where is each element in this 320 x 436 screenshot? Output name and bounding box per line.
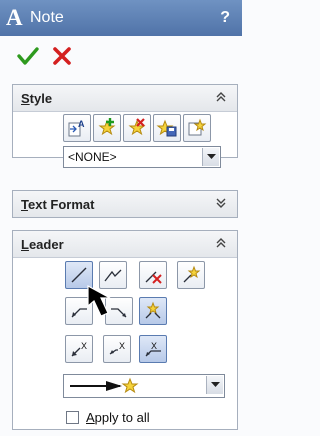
chevron-down-icon: [207, 154, 216, 159]
action-row: [0, 36, 242, 80]
mouse-pointer-icon: [87, 284, 111, 317]
leader-nearest-icon: [145, 301, 161, 319]
no-leader-button[interactable]: [139, 261, 167, 289]
svg-text:A: A: [78, 119, 85, 129]
svg-text:X: X: [119, 341, 125, 351]
delete-style-button[interactable]: [123, 114, 151, 142]
load-style-icon: [188, 118, 207, 136]
auto-leader-icon: [183, 265, 201, 283]
no-leader-icon: [145, 271, 162, 284]
note-app-icon: A: [6, 5, 23, 30]
apply-style-icon: A: [68, 119, 85, 137]
save-style-icon: [156, 119, 177, 137]
svg-text:X: X: [151, 341, 157, 351]
text-format-panel-header[interactable]: Text Format: [13, 191, 237, 217]
style-dropdown[interactable]: <NONE>: [63, 146, 221, 168]
save-style-button[interactable]: [153, 114, 181, 142]
apply-to-all-checkbox[interactable]: [66, 411, 79, 424]
help-button[interactable]: ?: [220, 8, 230, 28]
leader-to-edge-button[interactable]: X: [103, 335, 131, 363]
leader-nearest-button[interactable]: [139, 297, 167, 325]
leader-panel: Leader X X X: [12, 230, 238, 430]
leader-to-face-button[interactable]: X: [65, 335, 93, 363]
style-dropdown-value: <NONE>: [68, 150, 117, 164]
auto-leader-button[interactable]: [177, 261, 205, 289]
style-panel: Style A <NONE>: [12, 84, 238, 168]
leader-to-edge-icon: X: [109, 341, 125, 355]
load-style-button[interactable]: [183, 114, 211, 142]
ok-button[interactable]: [16, 44, 40, 68]
text-format-panel-title: Text Format: [21, 197, 95, 212]
style-panel-title: Style: [21, 91, 53, 106]
apply-to-all-label: Apply to all: [86, 410, 150, 425]
add-style-button[interactable]: [93, 114, 121, 142]
dropdown-arrow-button[interactable]: [206, 376, 223, 394]
panel-title: Note: [30, 9, 64, 26]
add-style-icon: [98, 118, 116, 136]
leader-to-face-icon: X: [71, 341, 87, 357]
collapse-up-icon[interactable]: [213, 89, 229, 105]
chevron-down-icon: [211, 382, 220, 387]
property-manager-title-bar: A Note ?: [0, 0, 242, 36]
apply-style-button[interactable]: A: [63, 114, 91, 142]
leader-panel-title: Leader: [21, 237, 64, 252]
leader-under-button[interactable]: X: [139, 335, 167, 363]
dropdown-arrow-button[interactable]: [202, 148, 219, 166]
delete-style-icon: [128, 118, 146, 136]
leader-panel-header[interactable]: Leader: [13, 231, 237, 258]
collapse-up-icon[interactable]: [213, 235, 229, 251]
style-panel-header[interactable]: Style: [13, 85, 237, 112]
expand-down-icon[interactable]: [213, 195, 229, 211]
arrow-to-star-icon: [70, 377, 139, 394]
leader-under-icon: X: [145, 341, 161, 357]
cancel-button[interactable]: [50, 44, 74, 68]
svg-text:X: X: [81, 341, 87, 351]
arrow-style-dropdown[interactable]: [63, 374, 225, 398]
text-format-panel: Text Format: [12, 190, 238, 218]
